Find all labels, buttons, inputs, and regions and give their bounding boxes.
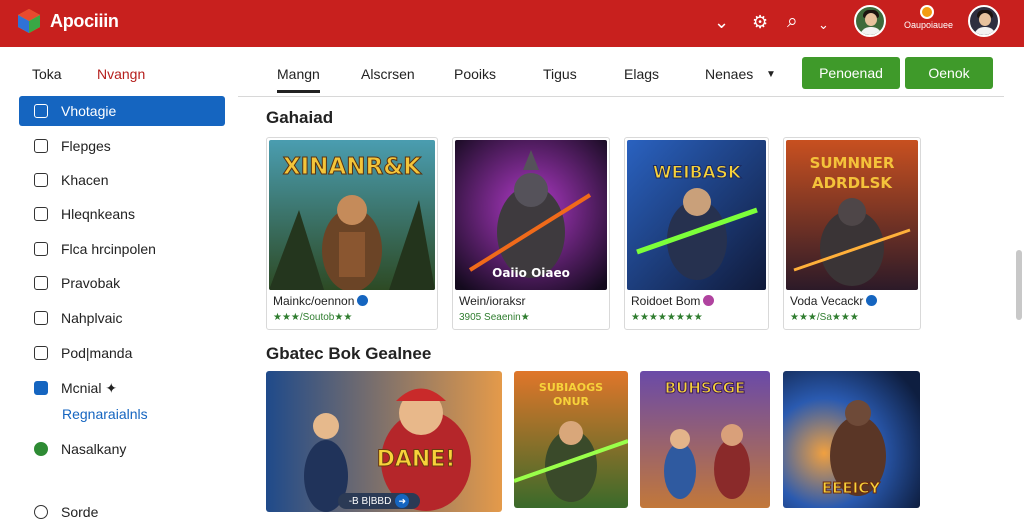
game-art: BUHSCGE xyxy=(640,371,770,508)
caret-down-icon[interactable]: ▼ xyxy=(766,69,776,80)
sidebar-item-pravobak[interactable]: Pravobak xyxy=(19,268,225,298)
art-title-line: SUBIAOGS xyxy=(539,381,603,394)
sidebar-tab-toka[interactable]: Toka xyxy=(32,66,62,82)
arrow-right-icon: ➜ xyxy=(395,494,410,508)
sidebar-sub-link[interactable]: Regnaraialnls xyxy=(62,406,148,422)
game-name: Roidoet Bom xyxy=(631,294,715,308)
game-name: Voda Vecackr xyxy=(790,294,878,308)
game-card[interactable]: Oaiio Oiaeo Wein/ioraksr 3905 Seaenin★ xyxy=(452,137,610,330)
bell-icon xyxy=(920,5,934,19)
sidebar-item-mcnial[interactable]: Mcnial ✦ xyxy=(19,373,225,403)
primary-button[interactable]: Penoenad xyxy=(802,57,900,89)
game-art: WEIBASK xyxy=(627,140,766,290)
section-title: Gahaiad xyxy=(266,108,334,127)
tab-tigus[interactable]: Tigus xyxy=(543,66,577,82)
tab-alscrsen[interactable]: Alscrsen xyxy=(361,66,415,82)
game-rating: ★★★/Soutob★★ xyxy=(273,312,353,323)
search-icon[interactable]: ⌕ xyxy=(787,12,798,32)
scrollbar[interactable] xyxy=(1016,250,1022,320)
verified-icon xyxy=(866,295,878,306)
page-icon xyxy=(34,139,48,153)
game-card[interactable]: XINANR&K Mainkc/oennon ★★★/Soutob★★ xyxy=(266,137,438,330)
edit-icon xyxy=(34,311,48,325)
sidebar-item-podmanda[interactable]: Pod|manda xyxy=(19,338,225,368)
play-pill[interactable]: -B B|BBD ➜ xyxy=(338,493,420,509)
svg-text:EEEICY: EEEICY xyxy=(822,479,881,497)
chat-icon xyxy=(34,276,48,290)
game-rating: ★★★/Sa★★★ xyxy=(790,312,859,323)
game-art: SUMNNER ADRDLSK xyxy=(786,140,918,290)
tab-nenaes[interactable]: Nenaes xyxy=(705,66,753,82)
sidebar-tabs: Toka Nvangn xyxy=(0,58,240,92)
calendar-icon xyxy=(34,207,48,221)
game-name: Mainkc/oennon xyxy=(273,294,369,308)
art-title-line: ADRDLSK xyxy=(812,174,893,192)
settings-icon xyxy=(34,505,48,519)
game-card[interactable]: SUMNNER ADRDLSK Voda Vecackr ★★★/Sa★★★ xyxy=(783,137,921,330)
art-title-line: ONUR xyxy=(553,395,589,408)
window-icon xyxy=(34,173,48,187)
sidebar-item-hleqnkeans[interactable]: Hleqnkeans xyxy=(19,199,225,229)
sidebar-item-sorde[interactable]: Sorde xyxy=(19,497,225,527)
notification-badge[interactable]: Oaupoiauee xyxy=(904,5,953,39)
sidebar-item-nahplvaic[interactable]: Nahplvaic xyxy=(19,303,225,333)
sidebar-item-flca[interactable]: Flca hrcinpolen xyxy=(19,234,225,264)
tab-mangn[interactable]: Mangn xyxy=(277,66,320,93)
game-card[interactable]: EEEICY xyxy=(783,371,920,508)
game-card[interactable]: DANE! xyxy=(266,371,502,512)
verified-icon xyxy=(703,295,715,306)
chart-icon xyxy=(34,242,48,256)
tab-elags[interactable]: Elags xyxy=(624,66,659,82)
sidebar-item-nasalkany[interactable]: Nasalkany xyxy=(19,434,225,464)
sidebar-item-khacen[interactable]: Khacen xyxy=(19,165,225,195)
user-avatar[interactable] xyxy=(968,5,1000,37)
art-title-line: SUMNNER xyxy=(810,154,895,172)
svg-text:XINANR&K: XINANR&K xyxy=(283,154,422,180)
svg-text:DANE!: DANE! xyxy=(377,447,456,472)
svg-text:WEIBASK: WEIBASK xyxy=(653,163,742,183)
sidebar-item-vhotagie[interactable]: Vhotagie xyxy=(19,96,225,126)
sidebar-tab-nvangn[interactable]: Nvangn xyxy=(97,66,145,82)
game-art: SUBIAOGS ONUR xyxy=(514,371,628,508)
game-card[interactable]: WEIBASK Roidoet Bom ★★★★★★★★ xyxy=(624,137,769,330)
verified-icon xyxy=(357,295,369,306)
game-card[interactable]: SUBIAOGS ONUR xyxy=(514,371,628,508)
top-bar: Apociiin ⌄ ⚙ ⌕ ⌄ Oaupoiauee xyxy=(0,0,1024,47)
section-title: Gbatec Bok Gealnee xyxy=(266,344,432,363)
secondary-button[interactable]: Oenok xyxy=(905,57,993,89)
gear-icon[interactable]: ⚙ xyxy=(752,12,768,32)
avatar[interactable] xyxy=(854,5,886,37)
app-title: Apociiin xyxy=(50,11,119,31)
caret-down-icon[interactable]: ⌄ xyxy=(818,15,829,35)
svg-text:BUHSCGE: BUHSCGE xyxy=(665,379,746,397)
game-art: DANE! xyxy=(266,371,502,512)
sidebar-item-flepges[interactable]: Flepges xyxy=(19,131,225,161)
game-name: Wein/ioraksr xyxy=(459,294,526,308)
game-rating: ★★★★★★★★ xyxy=(631,312,703,323)
trend-icon xyxy=(34,381,48,395)
game-art: XINANR&K xyxy=(269,140,435,290)
game-card[interactable]: BUHSCGE xyxy=(640,371,770,508)
tab-pooiks[interactable]: Pooiks xyxy=(454,66,496,82)
grid-icon xyxy=(34,346,48,360)
game-rating: 3905 Seaenin★ xyxy=(459,312,530,323)
folder-icon xyxy=(34,104,48,118)
svg-text:Oaiio Oiaeo: Oaiio Oiaeo xyxy=(492,266,570,280)
app-logo-icon xyxy=(18,9,40,33)
game-art: EEEICY xyxy=(783,371,920,508)
circle-icon xyxy=(34,442,48,456)
game-art: Oaiio Oiaeo xyxy=(455,140,607,290)
chevron-down-icon[interactable]: ⌄ xyxy=(714,12,729,32)
divider xyxy=(238,96,1004,97)
